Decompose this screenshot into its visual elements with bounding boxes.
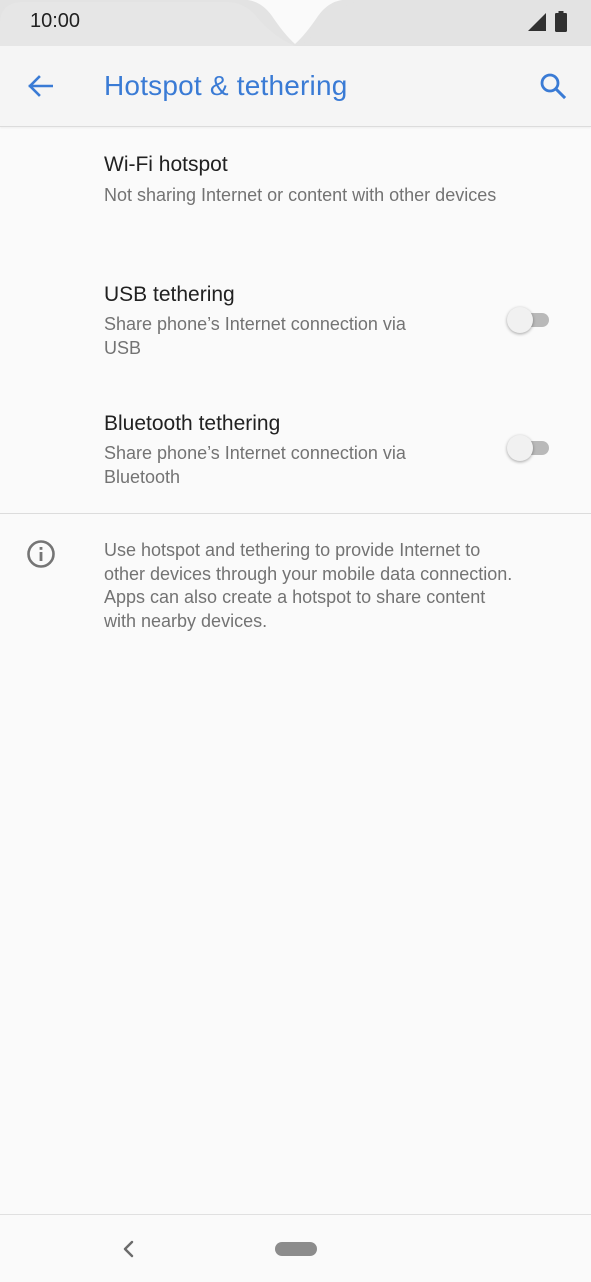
list-item-bluetooth-tethering[interactable]: Bluetooth tethering Share phone’s Intern… (0, 389, 591, 509)
signal-icon (528, 12, 546, 31)
page-title: Hotspot & tethering (104, 70, 348, 101)
info-line: Use hotspot and tethering to provide Int… (104, 540, 481, 560)
app-bar: Hotspot & tethering (0, 46, 591, 127)
notch-shape (0, 0, 591, 46)
info-line: Apps can also create a hotspot to share … (104, 587, 486, 607)
search-button[interactable] (531, 66, 575, 106)
home-pill-icon[interactable] (275, 1242, 317, 1256)
divider (0, 513, 591, 514)
toggle-thumb (507, 307, 533, 333)
item-title: Bluetooth tethering (104, 412, 281, 435)
status-time: 10:00 (30, 10, 81, 32)
toggle-thumb (507, 435, 533, 461)
info-line: with nearby devices. (104, 610, 268, 631)
list-item-wifi-hotspot[interactable]: Wi-Fi hotspot Not sharing Internet or co… (0, 127, 591, 237)
screen: 10:00 Hotspot & tethering Wi-Fi hotspot … (0, 0, 591, 1282)
item-subtitle-line1: Share phone’s Internet connection via (104, 314, 406, 334)
battery-icon (555, 11, 567, 32)
status-bar: 10:00 (0, 0, 591, 46)
arrow-left-icon (28, 75, 53, 97)
list-item-usb-tethering[interactable]: USB tethering Share phone’s Internet con… (0, 260, 591, 380)
item-subtitle-line2: USB (104, 338, 142, 358)
info-icon (27, 540, 55, 568)
nav-back-icon[interactable] (116, 1235, 140, 1263)
status-icons (527, 11, 567, 32)
item-title: Wi-Fi hotspot (104, 153, 228, 176)
item-subtitle-line2: Bluetooth (104, 467, 181, 487)
info-text: Use hotspot and tethering to provide Int… (104, 539, 574, 633)
back-button[interactable] (18, 66, 62, 106)
search-icon (540, 73, 567, 100)
bluetooth-tethering-toggle[interactable] (507, 435, 551, 461)
navigation-bar (0, 1214, 591, 1282)
item-subtitle: Not sharing Internet or content with oth… (104, 185, 497, 205)
info-line: other devices through your mobile data c… (104, 563, 513, 584)
item-title: USB tethering (104, 283, 235, 306)
usb-tethering-toggle[interactable] (507, 307, 551, 333)
item-subtitle-line1: Share phone’s Internet connection via (104, 443, 406, 463)
